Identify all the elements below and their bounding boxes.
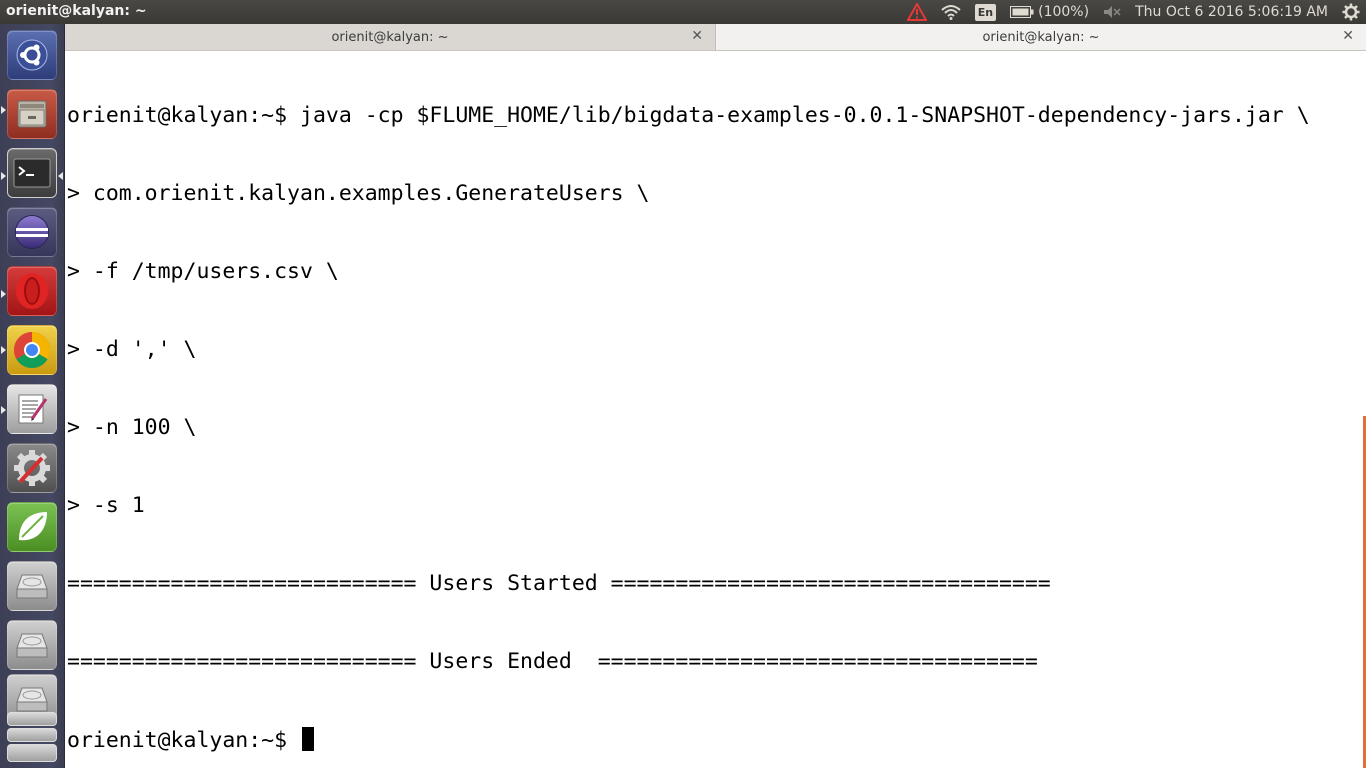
system-settings-icon[interactable]: [7, 443, 57, 493]
text-cursor: [302, 727, 314, 751]
session-gear-icon[interactable]: [1342, 0, 1360, 24]
terminal-line: > -d ',' \: [67, 337, 197, 362]
top-panel: orienit@kalyan: ~ En (100%) Thu Oct 6 20…: [0, 0, 1366, 24]
opera-icon[interactable]: [7, 266, 57, 316]
terminal-tab-1[interactable]: orienit@kalyan: ~ ✕: [65, 24, 716, 50]
clock-indicator[interactable]: Thu Oct 6 2016 5:06:19 AM: [1135, 0, 1328, 24]
terminal-line: > -n 100 \: [67, 415, 197, 440]
focused-indicator: [58, 172, 63, 180]
terminal-tab-bar: orienit@kalyan: ~ ✕ orienit@kalyan: ~ ✕: [65, 24, 1366, 51]
running-indicator: [1, 346, 6, 354]
battery-icon: [1010, 6, 1034, 18]
disk-drive-icon[interactable]: [7, 620, 57, 670]
wifi-icon[interactable]: [941, 0, 961, 24]
launcher-collapsed-stack[interactable]: [7, 712, 57, 762]
terminal-tab-2[interactable]: orienit@kalyan: ~ ✕: [716, 24, 1366, 50]
keyboard-layout-indicator[interactable]: En: [974, 0, 997, 24]
running-indicator: [1, 290, 6, 298]
terminal-line: orienit@kalyan:~$ java -cp $FLUME_HOME/l…: [67, 103, 1310, 128]
tab-label: orienit@kalyan: ~: [982, 29, 1100, 45]
tab-label: orienit@kalyan: ~: [331, 29, 449, 45]
terminal-line: =========================== Users Ended …: [67, 649, 1038, 674]
battery-percentage: (100%): [1038, 4, 1090, 20]
running-indicator: [1, 172, 6, 180]
prompt-line: orienit@kalyan:~$: [67, 727, 1310, 753]
eclipse-icon[interactable]: [7, 207, 57, 257]
running-indicator: [1, 106, 6, 114]
launcher: [0, 24, 65, 768]
terminal-icon[interactable]: [7, 148, 57, 198]
sound-mute-icon[interactable]: [1103, 0, 1121, 24]
keyboard-layout-label: En: [974, 3, 997, 21]
battery-indicator[interactable]: (100%): [1010, 0, 1089, 24]
warning-icon[interactable]: [906, 0, 927, 24]
close-icon[interactable]: ✕: [691, 28, 703, 44]
terminal-line: > com.orienit.kalyan.examples.GenerateUs…: [67, 181, 650, 206]
clock-text: Thu Oct 6 2016 5:06:19 AM: [1135, 4, 1328, 20]
text-editor-icon[interactable]: [7, 384, 57, 434]
terminal-line: > -f /tmp/users.csv \: [67, 259, 339, 284]
terminal-text: orienit@kalyan:~$ java -cp $FLUME_HOME/l…: [67, 51, 1310, 768]
terminal-output[interactable]: orienit@kalyan:~$ java -cp $FLUME_HOME/l…: [65, 51, 1366, 768]
indicator-area: En (100%) Thu Oct 6 2016 5:06:19 AM: [893, 0, 1360, 24]
shell-prompt: orienit@kalyan:~$: [67, 728, 300, 753]
window-title: orienit@kalyan: ~: [6, 3, 147, 19]
files-icon[interactable]: [7, 89, 57, 139]
close-icon[interactable]: ✕: [1342, 28, 1354, 44]
chrome-icon[interactable]: [7, 325, 57, 375]
ubuntu-dash-icon[interactable]: [7, 30, 57, 80]
terminal-line: =========================== Users Starte…: [67, 571, 1051, 596]
terminal-line: > -s 1: [67, 493, 145, 518]
spring-tool-suite-icon[interactable]: [7, 502, 57, 552]
running-indicator: [1, 406, 6, 414]
disk-drive-icon[interactable]: [7, 561, 57, 611]
